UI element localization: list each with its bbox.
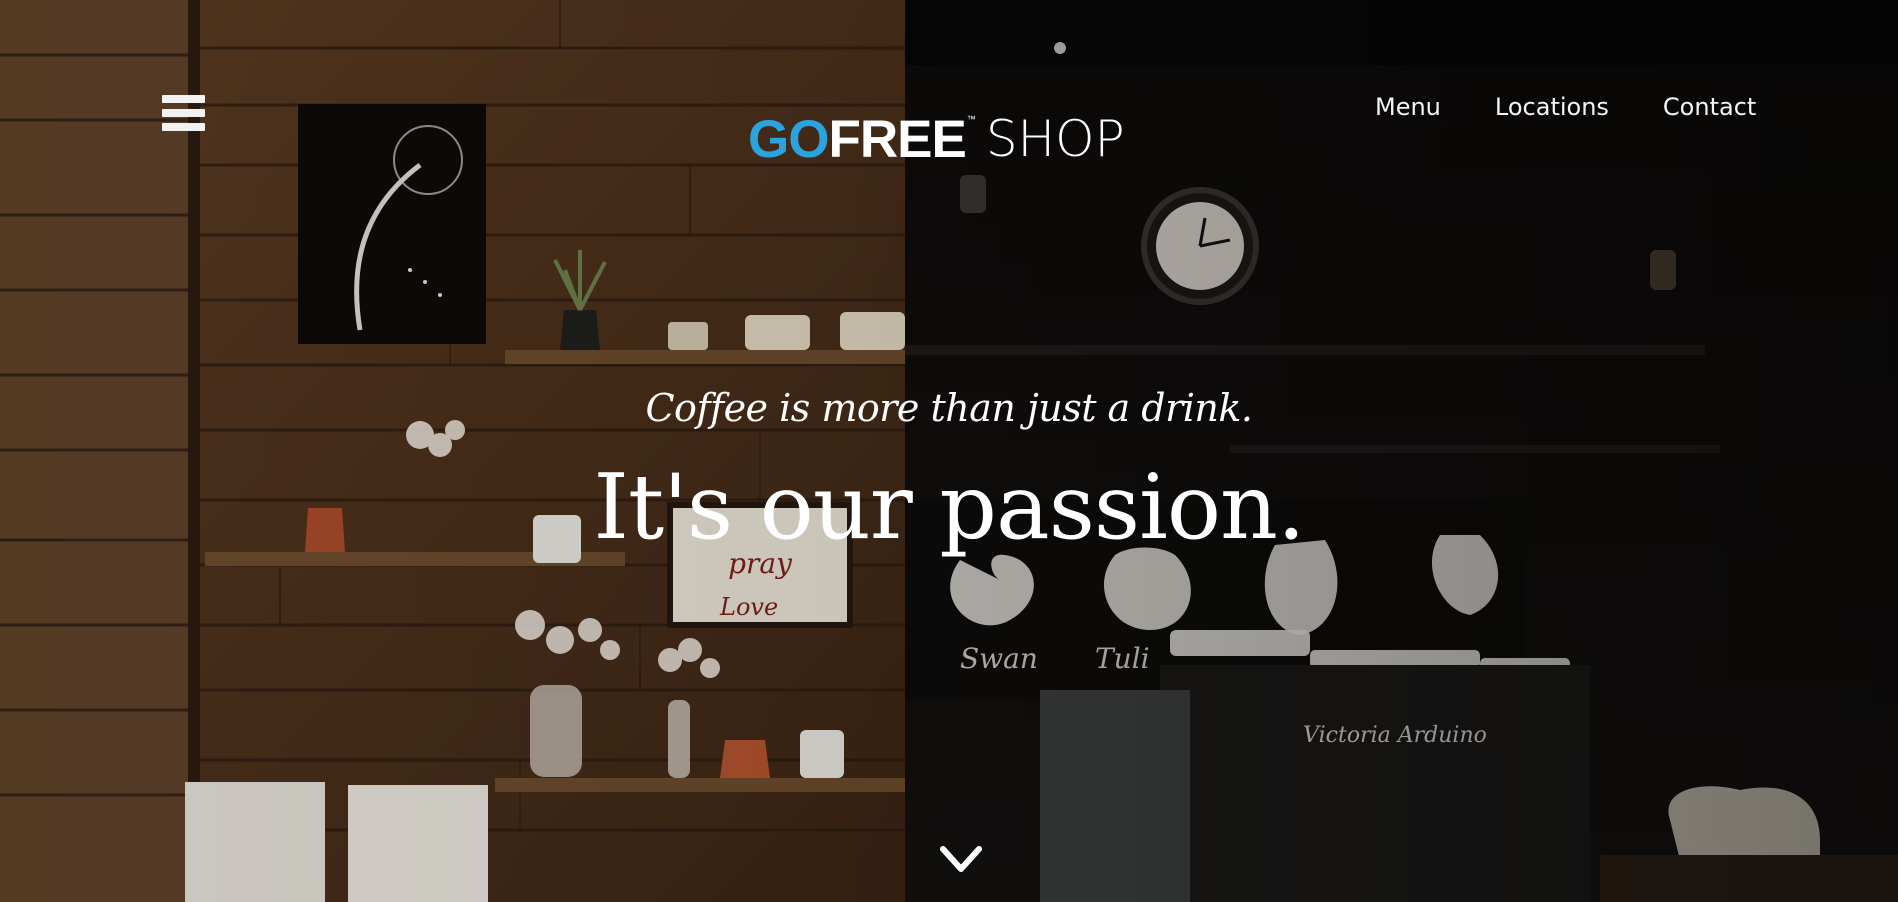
chevron-down-icon[interactable] <box>937 843 985 877</box>
nav-link-menu[interactable]: Menu <box>1375 93 1441 121</box>
hamburger-bar <box>162 109 205 117</box>
hero-tagline: Coffee is more than just a drink. <box>645 386 1253 430</box>
gofree-shop-logo[interactable]: GO FREE ™ SHOP <box>748 110 1125 168</box>
hero-section: pray Love <box>0 0 1898 902</box>
hamburger-bar <box>162 123 205 131</box>
logo-go-text: GO <box>748 109 829 169</box>
logo-trademark: ™ <box>966 114 976 124</box>
hero-headline: It's our passion. <box>593 455 1305 560</box>
logo-free-text: FREE <box>828 109 966 169</box>
main-navigation: Menu Locations Contact <box>1375 93 1810 121</box>
hamburger-bar <box>162 95 205 103</box>
logo-shop-text: SHOP <box>985 110 1125 168</box>
hamburger-icon[interactable] <box>162 95 206 139</box>
nav-link-contact[interactable]: Contact <box>1663 93 1756 121</box>
nav-link-locations[interactable]: Locations <box>1495 93 1609 121</box>
